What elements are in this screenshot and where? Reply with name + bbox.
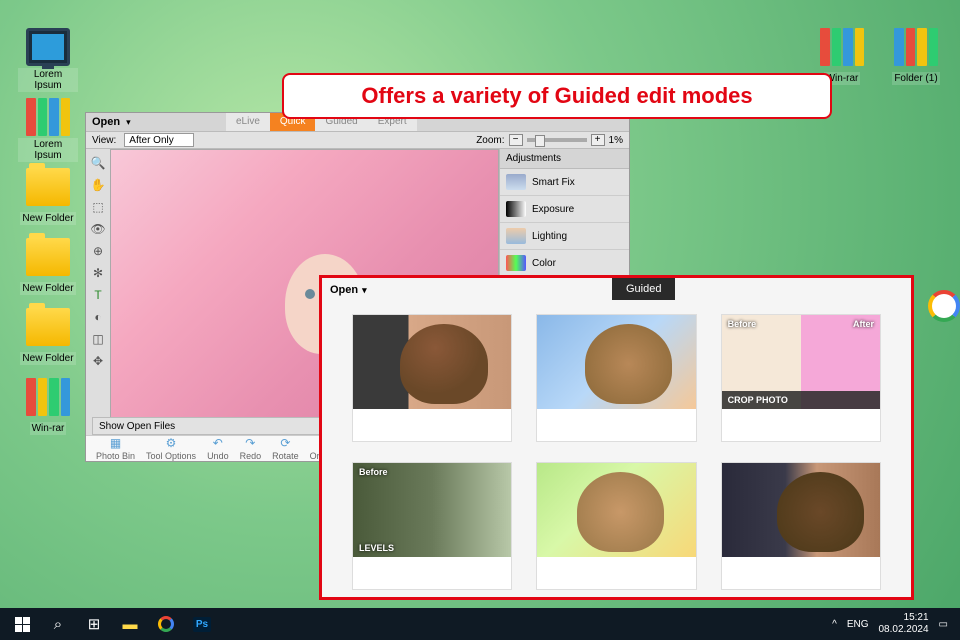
view-label: View: (92, 135, 116, 146)
open-menu[interactable]: Open (92, 116, 120, 128)
desktop-icon-label: New Folder (20, 282, 75, 295)
view-bar: View: Zoom: − + 1% (86, 131, 629, 149)
search-icon: ⌕ (54, 616, 62, 633)
tool-options-icon: ⚙ (166, 436, 177, 450)
desktop-icon-label: New Folder (20, 212, 75, 225)
adjustments-title: Adjustments (500, 149, 629, 169)
notifications-icon[interactable]: ▭ (939, 619, 948, 630)
folder-icon: ▬ (123, 616, 138, 633)
card-title: LEVELS (359, 543, 394, 553)
tool-options-button[interactable]: ⚙Tool Options (142, 436, 200, 461)
language-indicator[interactable]: ENG (847, 619, 869, 630)
guided-window: Open Guided Before After CROP PHOTO Befo… (319, 275, 914, 600)
card-title: CROP PHOTO (722, 391, 880, 409)
zoom-out-button[interactable]: − (509, 134, 523, 146)
adjust-lighting[interactable]: Lighting (500, 223, 629, 250)
guided-grid: Before After CROP PHOTO Before LEVELS (322, 302, 911, 602)
photo-bin-button[interactable]: ▦Photo Bin (92, 436, 139, 461)
windows-icon (15, 617, 30, 632)
date-label: 08.02.2024 (878, 624, 928, 636)
open-menu[interactable]: Open (322, 284, 375, 296)
desktop-icon-winrar[interactable]: Win-rar (18, 378, 78, 436)
spot-tool-icon[interactable]: ◐ (90, 309, 106, 325)
adjust-smartfix[interactable]: Smart Fix (500, 169, 629, 196)
hand-tool-icon[interactable]: ✋ (90, 177, 106, 193)
task-view-icon: ⊞ (88, 615, 101, 633)
select-tool-icon[interactable]: ⬚ (90, 199, 106, 215)
zoom-slider[interactable] (527, 138, 587, 142)
guided-card[interactable] (536, 462, 696, 590)
desktop-icon-label: Win-rar (30, 422, 67, 435)
monitor-icon (26, 28, 70, 66)
before-label: Before (359, 467, 388, 477)
photo-bin-icon: ▦ (110, 436, 121, 450)
eye-tool-icon[interactable]: 👁 (90, 221, 106, 237)
before-label: Before (728, 319, 757, 329)
view-select[interactable] (124, 133, 194, 147)
guided-card[interactable] (352, 314, 512, 442)
folder-icon (26, 238, 70, 276)
desktop-icon-folder[interactable]: New Folder (18, 308, 78, 366)
desktop-icon-label: New Folder (20, 352, 75, 365)
time-label: 15:21 (878, 612, 928, 624)
undo-icon: ↶ (213, 436, 223, 450)
start-button[interactable] (4, 608, 40, 640)
after-label: After (853, 319, 874, 329)
callout-banner: Offers a variety of Guided edit modes (282, 73, 832, 119)
desktop-icon-folder[interactable]: New Folder (18, 168, 78, 226)
system-tray: ^ ENG 15:21 08.02.2024 ▭ (824, 612, 956, 636)
redo-icon: ↷ (245, 436, 255, 450)
chrome-icon (158, 616, 174, 632)
taskbar: ⌕ ⊞ ▬ Ps ^ ENG 15:21 08.02.2024 ▭ (0, 608, 960, 640)
redeye-tool-icon[interactable]: ⊕ (90, 243, 106, 259)
desktop-icon-computer[interactable]: Lorem Ipsum (18, 28, 78, 93)
ps-icon: Ps (193, 617, 211, 632)
crop-tool-icon[interactable]: ◫ (90, 331, 106, 347)
show-open-files-label[interactable]: Show Open Files (99, 421, 175, 432)
binders-icon (26, 378, 70, 416)
explorer-button[interactable]: ▬ (112, 608, 148, 640)
binders-icon (820, 28, 864, 66)
rotate-button[interactable]: ⟳Rotate (268, 436, 303, 461)
desktop-icon-folder1[interactable]: Folder (1) (886, 28, 946, 86)
zoom-label: Zoom: (476, 135, 504, 146)
zoom-tool-icon[interactable]: 🔍 (90, 155, 106, 171)
chrome-icon[interactable] (928, 290, 960, 322)
folder-icon (26, 308, 70, 346)
tab-guided[interactable]: Guided (612, 278, 675, 300)
desktop-icon-binders[interactable]: Lorem Ipsum (18, 98, 78, 163)
guided-card-crop[interactable]: Before After CROP PHOTO (721, 314, 881, 442)
rotate-icon: ⟳ (280, 436, 290, 450)
tray-chevron-icon[interactable]: ^ (832, 619, 837, 630)
guided-header: Open Guided (322, 278, 911, 302)
guided-card[interactable] (721, 462, 881, 590)
zoom-value: 1% (609, 135, 623, 146)
undo-button[interactable]: ↶Undo (203, 436, 233, 461)
folder-icon (26, 168, 70, 206)
adjust-exposure[interactable]: Exposure (500, 196, 629, 223)
zoom-in-button[interactable]: + (591, 134, 605, 146)
whiten-tool-icon[interactable]: ✻ (90, 265, 106, 281)
binders-icon (894, 28, 938, 66)
chrome-button[interactable] (148, 608, 184, 640)
desktop-icon-label: Lorem Ipsum (18, 138, 78, 162)
desktop-icon-label: Lorem Ipsum (18, 68, 78, 92)
guided-card[interactable] (536, 314, 696, 442)
guided-card-levels[interactable]: Before LEVELS (352, 462, 512, 590)
type-tool-icon[interactable]: T (90, 287, 106, 303)
photoshop-button[interactable]: Ps (184, 608, 220, 640)
clock[interactable]: 15:21 08.02.2024 (878, 612, 928, 636)
tab-elive[interactable]: eLive (226, 113, 270, 131)
desktop-icon-label: Folder (1) (892, 72, 939, 85)
redo-button[interactable]: ↷Redo (236, 436, 266, 461)
desktop-icon-folder[interactable]: New Folder (18, 238, 78, 296)
move-tool-icon[interactable]: ✥ (90, 353, 106, 369)
adjust-color[interactable]: Color (500, 250, 629, 277)
search-button[interactable]: ⌕ (40, 608, 76, 640)
binders-icon (26, 98, 70, 136)
task-view-button[interactable]: ⊞ (76, 608, 112, 640)
toolbar: 🔍 ✋ ⬚ 👁 ⊕ ✻ T ◐ ◫ ✥ (86, 149, 110, 449)
